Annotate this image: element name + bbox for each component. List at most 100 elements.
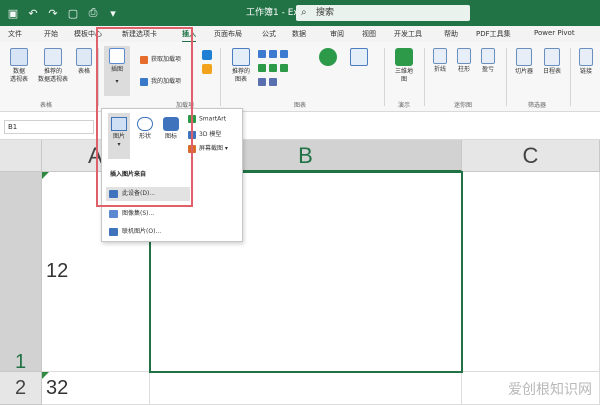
separator <box>570 48 571 106</box>
stock-images-icon <box>109 210 118 218</box>
smartart-button[interactable]: SmartArt <box>188 115 226 123</box>
winloss-sparkline-label: 盈亏 <box>481 66 494 73</box>
new-file-icon[interactable]: ▢ <box>66 7 80 20</box>
watermark: 爱创根知识网 <box>508 382 592 398</box>
statistic-chart-icon <box>269 64 277 72</box>
slicer-icon <box>516 48 532 66</box>
search-placeholder: 搜索 <box>316 8 335 18</box>
pivot-table-button[interactable]: 数据 透视表 <box>6 48 32 84</box>
bing-maps-icon <box>202 50 212 60</box>
menu-item-online-pictures[interactable]: 联机图片(O)... <box>106 225 190 239</box>
timeline-icon <box>544 48 560 66</box>
tours-group-label: 演示 <box>398 102 411 109</box>
recommended-charts-button[interactable]: 推荐的 图表 <box>226 48 256 84</box>
tables-group-label: 表格 <box>40 102 53 109</box>
tab-view[interactable]: 视图 <box>362 29 376 39</box>
winloss-sparkline-button[interactable]: 盈亏 <box>478 48 498 74</box>
tab-formulas[interactable]: 公式 <box>262 29 276 39</box>
select-all-corner[interactable] <box>0 140 42 172</box>
people-graph-icon <box>202 64 212 74</box>
recommended-charts-label: 推荐的 图表 <box>231 68 250 83</box>
pivot-chart-icon <box>350 48 368 66</box>
name-box[interactable]: B1 <box>4 120 94 134</box>
customize-dropdown-icon[interactable]: ▾ <box>106 7 120 20</box>
ribbon: 数据 透视表 推荐的 数据透视表 表格 表格 插图 ▾ 获取加载项 我的加载项 … <box>0 42 600 112</box>
tab-page-layout[interactable]: 页面布局 <box>214 29 242 39</box>
tab-power-pivot[interactable]: Power Pivot <box>534 29 575 37</box>
worksheet-grid: A B C 1 2 12 32 <box>0 140 600 405</box>
table-icon <box>76 48 92 66</box>
waterfall-chart-icon <box>269 78 277 86</box>
tab-pdf-tools[interactable]: PDF工具集 <box>476 29 511 39</box>
title-bar: ▣ ↶ ↷ ▢ ⎙ ▾ 工作簿1 - Excel ⌕ 搜索 <box>0 0 600 26</box>
3d-map-label: 三维地 图 <box>394 68 413 83</box>
tab-developer[interactable]: 开发工具 <box>394 29 422 39</box>
bing-maps-button[interactable] <box>200 50 214 76</box>
tab-review[interactable]: 审阅 <box>330 29 344 39</box>
3d-map-button[interactable]: 三维地 图 <box>390 48 418 84</box>
table-button[interactable]: 表格 <box>74 48 94 76</box>
3d-models-button[interactable]: 3D 模型 <box>188 129 221 139</box>
chart-types-row-1[interactable] <box>258 50 291 58</box>
slicer-label: 切片器 <box>514 68 533 75</box>
formula-bar: B1 <box>0 112 600 140</box>
recommended-pivot-icon <box>44 48 62 66</box>
hierarchy-chart-icon <box>269 50 277 58</box>
globe-icon <box>319 48 337 66</box>
screenshot-label: 屏幕截图 ▾ <box>199 145 228 152</box>
column-sparkline-label: 柱形 <box>457 66 470 73</box>
line-sparkline-button[interactable]: 折线 <box>430 48 450 74</box>
print-icon[interactable]: ⎙ <box>86 6 100 20</box>
slicer-button[interactable]: 切片器 <box>512 48 536 76</box>
column-header-c[interactable]: C <box>462 140 600 172</box>
menu-item-stock-images[interactable]: 图像集(S)... <box>106 207 190 221</box>
link-icon <box>579 48 593 66</box>
separator <box>384 48 385 106</box>
tab-data[interactable]: 数据 <box>292 29 306 39</box>
pivot-table-icon <box>10 48 28 66</box>
undo-icon[interactable]: ↶ <box>26 7 40 20</box>
recommended-pivot-label: 推荐的 数据透视表 <box>37 68 68 83</box>
table-label: 表格 <box>77 68 90 75</box>
sparklines-group-label: 迷你图 <box>454 102 473 109</box>
separator <box>424 48 425 106</box>
chart-types-row-2[interactable] <box>258 64 291 72</box>
column-chart-icon <box>258 50 266 58</box>
scatter-chart-icon <box>258 78 266 86</box>
save-icon[interactable]: ▣ <box>6 7 20 20</box>
smartart-label: SmartArt <box>199 115 227 123</box>
winloss-sparkline-icon <box>481 48 495 64</box>
search-box[interactable]: ⌕ 搜索 <box>296 5 470 21</box>
link-button[interactable]: 链接 <box>576 48 596 76</box>
cell-c1[interactable] <box>462 172 600 372</box>
pivot-chart-button[interactable] <box>344 48 374 68</box>
recommended-charts-icon <box>232 48 250 66</box>
chart-types-row-3[interactable] <box>258 78 280 86</box>
pivot-table-label: 数据 透视表 <box>9 68 28 83</box>
tab-home[interactable]: 开始 <box>44 29 58 39</box>
separator <box>506 48 507 106</box>
tab-file[interactable]: 文件 <box>8 29 22 39</box>
combo-chart-icon <box>280 64 288 72</box>
maps-button[interactable] <box>316 48 340 68</box>
error-indicator-icon <box>42 172 49 179</box>
separator <box>220 48 221 106</box>
ribbon-tabs: 文件 开始 模板中心 新建选项卡 插入 页面布局 公式 数据 审阅 视图 开发工… <box>0 26 600 43</box>
timeline-button[interactable]: 日程表 <box>540 48 564 76</box>
timeline-label: 日程表 <box>542 68 561 75</box>
search-icon: ⌕ <box>301 7 307 18</box>
charts-group-label: 图表 <box>294 102 307 109</box>
row-header-1[interactable]: 1 <box>0 172 42 373</box>
tab-help[interactable]: 帮助 <box>444 29 458 39</box>
cell-b2[interactable] <box>150 372 462 405</box>
stock-images-label: 图像集(S)... <box>122 210 155 217</box>
screenshot-button[interactable]: 屏幕截图 ▾ <box>188 143 228 153</box>
recommended-pivot-button[interactable]: 推荐的 数据透视表 <box>36 48 70 84</box>
pie-chart-icon <box>280 50 288 58</box>
column-sparkline-button[interactable]: 柱形 <box>454 48 474 74</box>
error-indicator-icon <box>42 372 49 379</box>
row-header-2[interactable]: 2 <box>0 372 42 405</box>
redo-icon[interactable]: ↷ <box>46 7 60 20</box>
line-chart-icon <box>258 64 266 72</box>
cell-a2[interactable]: 32 <box>42 372 150 405</box>
